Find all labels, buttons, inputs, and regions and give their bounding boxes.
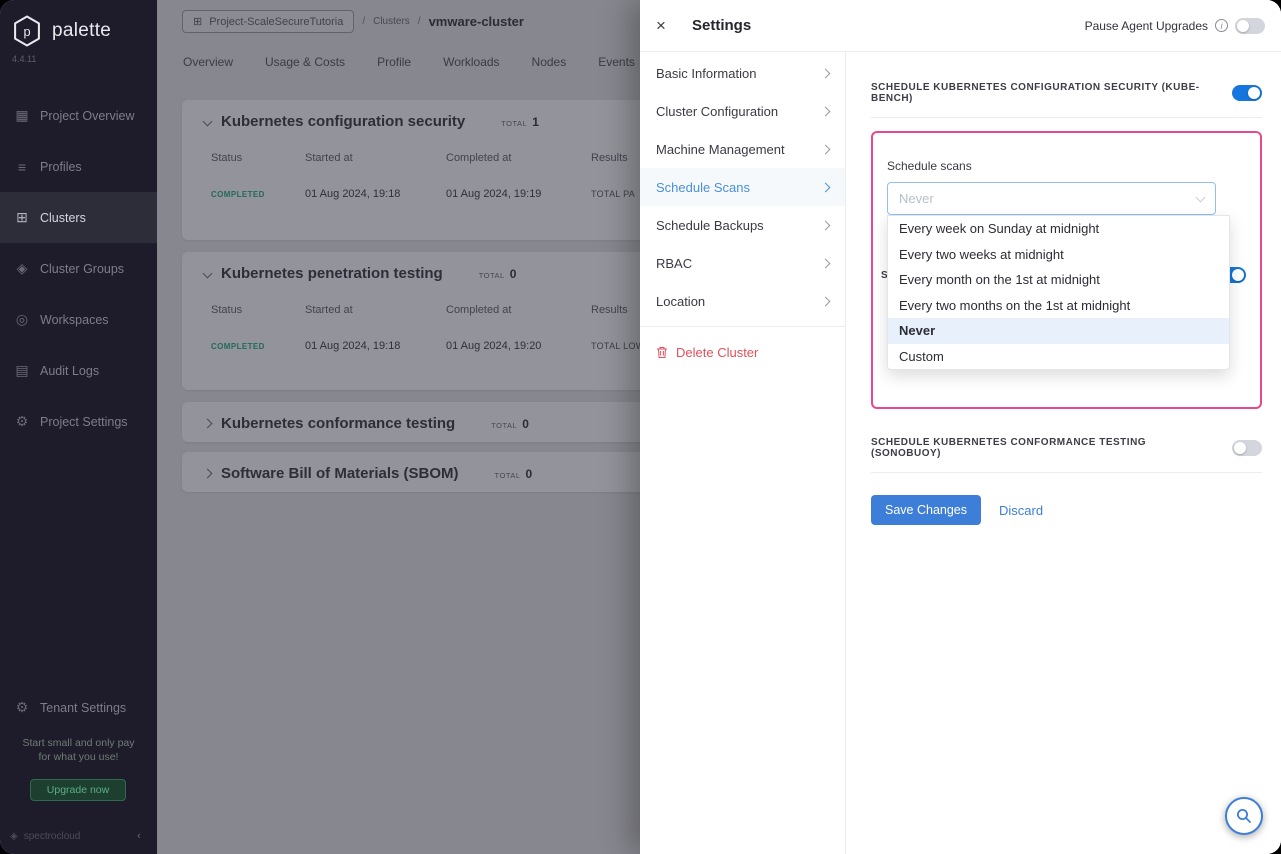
schedule-scans-field-label: Schedule scans: [887, 159, 1246, 173]
sonobuoy-setting: SCHEDULE KUBERNETES CONFORMANCE TESTING …: [871, 437, 1262, 459]
form-actions: Save Changes Discard: [871, 495, 1262, 525]
chevron-right-icon: [821, 296, 831, 306]
settings-menu: Basic Information Cluster Configuration …: [640, 52, 846, 854]
settings-menu-machine-management[interactable]: Machine Management: [640, 130, 845, 168]
kube-bench-toggle[interactable]: [1232, 85, 1262, 101]
pause-agent-upgrades-label: Pause Agent Upgrades: [1085, 19, 1208, 33]
sidebar-footer: ◈ spectrocloud ‹: [10, 828, 147, 844]
sidebar-item-label: Clusters: [40, 211, 86, 225]
spectrocloud-logo-icon: ◈: [10, 831, 18, 842]
select-value: Never: [899, 191, 934, 206]
chevron-right-icon: [821, 106, 831, 116]
version-label: 4.4.11: [0, 48, 157, 64]
modal-dim-overlay: [157, 0, 641, 854]
settings-menu-schedule-scans[interactable]: Schedule Scans: [640, 168, 845, 206]
sidebar-nav: ▦ Project Overview ≡ Profiles ⊞ Clusters…: [0, 90, 157, 447]
schedule-options-dropdown: Every week on Sunday at midnight Every t…: [887, 215, 1230, 370]
schedule-scans-select[interactable]: Never: [887, 182, 1216, 215]
settings-menu-basic-information[interactable]: Basic Information: [640, 54, 845, 92]
option-every-two-months[interactable]: Every two months on the 1st at midnight: [888, 293, 1229, 319]
tenant-settings-icon: ⚙: [14, 699, 30, 716]
brand-name: palette: [52, 20, 111, 42]
kube-bench-setting: SCHEDULE KUBERNETES CONFIGURATION SECURI…: [871, 82, 1262, 104]
settings-menu-cluster-configuration[interactable]: Cluster Configuration: [640, 92, 845, 130]
chevron-right-icon: [821, 220, 831, 230]
app-screen: p palette 4.4.11 ▦ Project Overview ≡ Pr…: [0, 0, 1281, 854]
divider: [871, 117, 1262, 118]
svg-text:p: p: [23, 24, 30, 39]
clusters-icon: ⊞: [14, 209, 30, 226]
cluster-groups-icon: ◈: [14, 260, 30, 277]
chevron-down-icon: [1196, 192, 1206, 202]
sidebar-item-label: Project Overview: [40, 109, 134, 123]
workspaces-icon: ◎: [14, 311, 30, 328]
sidebar-collapse-icon[interactable]: ‹: [131, 828, 147, 844]
upgrade-promo-text: Start small and only pay for what you us…: [0, 736, 157, 764]
trash-icon: [656, 346, 668, 359]
project-settings-icon: ⚙: [14, 413, 30, 430]
sidebar-item-audit-logs[interactable]: ▤ Audit Logs: [0, 345, 157, 396]
profiles-icon: ≡: [14, 159, 30, 175]
option-every-month[interactable]: Every month on the 1st at midnight: [888, 267, 1229, 293]
discard-button[interactable]: Discard: [999, 503, 1043, 518]
sidebar-item-cluster-groups[interactable]: ◈ Cluster Groups: [0, 243, 157, 294]
pause-agent-upgrades-group: Pause Agent Upgrades i: [1085, 18, 1265, 34]
kube-bench-label: SCHEDULE KUBERNETES CONFIGURATION SECURI…: [871, 82, 1232, 104]
option-never[interactable]: Never: [888, 318, 1229, 344]
sidebar-item-label: Project Settings: [40, 415, 128, 429]
settings-drawer: × Settings Pause Agent Upgrades i Basic …: [640, 0, 1281, 854]
chevron-right-icon: [821, 182, 831, 192]
menu-divider: [640, 326, 845, 327]
option-every-week[interactable]: Every week on Sunday at midnight: [888, 216, 1229, 242]
support-search-fab[interactable]: [1225, 797, 1263, 835]
info-icon[interactable]: i: [1215, 19, 1228, 32]
palette-logo-icon: p: [10, 14, 44, 48]
divider: [871, 472, 1262, 473]
pause-agent-upgrades-toggle[interactable]: [1235, 18, 1265, 34]
sidebar: p palette 4.4.11 ▦ Project Overview ≡ Pr…: [0, 0, 157, 854]
chevron-right-icon: [821, 144, 831, 154]
sidebar-item-label: Workspaces: [40, 313, 109, 327]
settings-menu-rbac[interactable]: RBAC: [640, 244, 845, 282]
schedule-scans-content: SCHEDULE KUBERNETES CONFIGURATION SECURI…: [846, 52, 1281, 854]
sidebar-item-label: Cluster Groups: [40, 262, 124, 276]
sidebar-item-tenant-settings[interactable]: ⚙ Tenant Settings: [0, 682, 157, 733]
save-changes-button[interactable]: Save Changes: [871, 495, 981, 525]
sidebar-item-label: Audit Logs: [40, 364, 99, 378]
option-custom[interactable]: Custom: [888, 344, 1229, 370]
highlighted-schedule-region: Schedule scans Never SC Every week on Su…: [871, 131, 1262, 409]
sidebar-item-project-overview[interactable]: ▦ Project Overview: [0, 90, 157, 141]
chevron-right-icon: [821, 68, 831, 78]
sidebar-item-profiles[interactable]: ≡ Profiles: [0, 141, 157, 192]
settings-header: × Settings Pause Agent Upgrades i: [640, 0, 1281, 52]
magnifier-icon: [1235, 807, 1253, 825]
option-every-two-weeks[interactable]: Every two weeks at midnight: [888, 242, 1229, 268]
overview-icon: ▦: [14, 107, 30, 124]
sidebar-item-label: Tenant Settings: [40, 701, 126, 715]
chevron-right-icon: [821, 258, 831, 268]
upgrade-now-button[interactable]: Upgrade now: [30, 779, 126, 801]
settings-menu-location[interactable]: Location: [640, 282, 845, 320]
sonobuoy-toggle[interactable]: [1232, 440, 1262, 456]
sidebar-item-label: Profiles: [40, 160, 82, 174]
sidebar-item-project-settings[interactable]: ⚙ Project Settings: [0, 396, 157, 447]
settings-title: Settings: [692, 17, 751, 34]
sidebar-bottom-nav: ⚙ Tenant Settings: [0, 682, 157, 733]
close-icon[interactable]: ×: [656, 16, 678, 36]
delete-cluster-button[interactable]: Delete Cluster: [640, 333, 845, 371]
sonobuoy-label: SCHEDULE KUBERNETES CONFORMANCE TESTING …: [871, 437, 1232, 459]
palette-logo: p palette: [0, 0, 157, 48]
spectrocloud-brand: spectrocloud: [24, 831, 81, 842]
audit-logs-icon: ▤: [14, 362, 30, 379]
sidebar-item-clusters[interactable]: ⊞ Clusters: [0, 192, 157, 243]
sidebar-item-workspaces[interactable]: ◎ Workspaces: [0, 294, 157, 345]
settings-menu-schedule-backups[interactable]: Schedule Backups: [640, 206, 845, 244]
